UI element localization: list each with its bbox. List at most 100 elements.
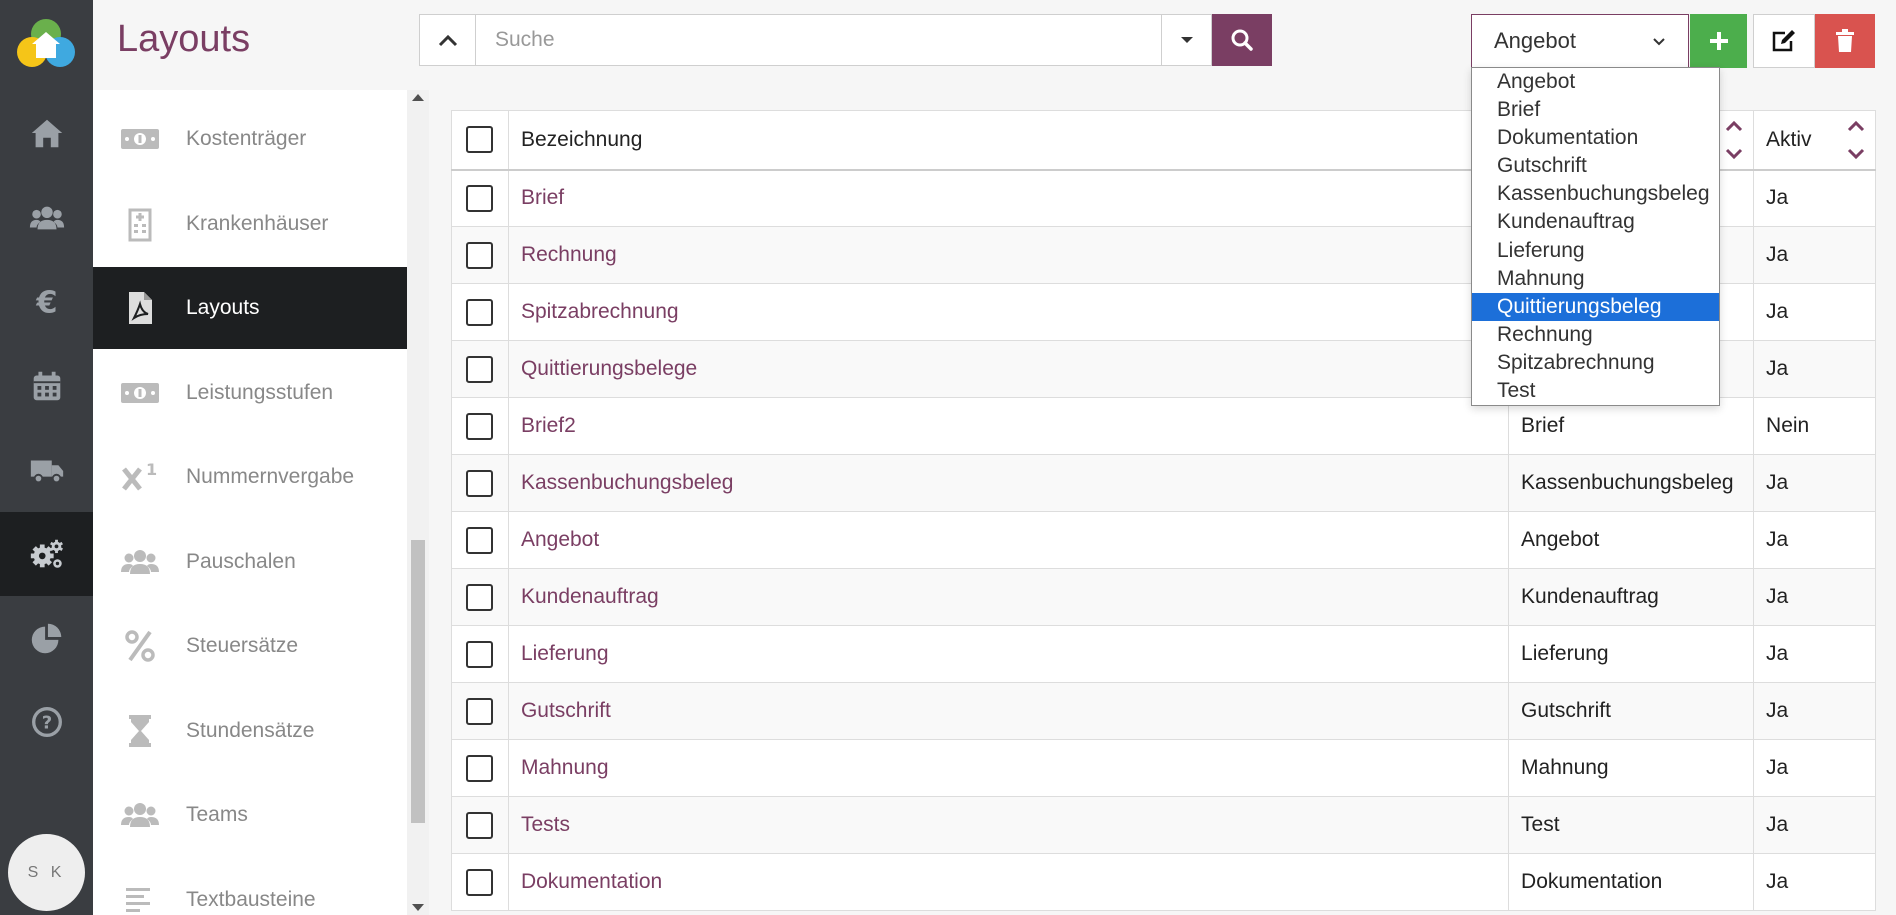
sidebar-item-stundensätze[interactable]: Stundensätze — [93, 690, 407, 772]
home-icon — [31, 119, 62, 148]
column-header-active[interactable]: Aktiv — [1753, 110, 1876, 171]
layout-name-link[interactable]: Mahnung — [521, 756, 609, 779]
sidebar-item-layouts[interactable]: Layouts — [93, 267, 407, 349]
row-checkbox[interactable] — [466, 241, 494, 269]
table-row[interactable]: Mahnung Mahnung Ja — [451, 739, 1876, 797]
select-all-checkbox[interactable] — [466, 126, 494, 154]
collapse-search-button[interactable] — [419, 14, 476, 66]
rail-finance[interactable]: € — [0, 260, 93, 344]
truck-icon — [30, 460, 63, 484]
dropdown-option[interactable]: Kassenbuchungsbeleg — [1472, 180, 1719, 208]
row-checkbox[interactable] — [466, 754, 494, 782]
table-row[interactable]: Angebot Angebot Ja — [451, 511, 1876, 569]
row-checkbox[interactable] — [466, 583, 494, 611]
svg-text:?: ? — [41, 713, 51, 734]
table-row[interactable]: Dokumentation Dokumentation Ja — [451, 853, 1876, 911]
dropdown-option[interactable]: Gutschrift — [1472, 152, 1719, 180]
row-checkbox[interactable] — [466, 526, 494, 554]
rail-settings[interactable] — [0, 512, 93, 596]
delete-layout-button[interactable] — [1815, 14, 1875, 68]
dropdown-option[interactable]: Test — [1472, 377, 1719, 405]
row-checkbox[interactable] — [466, 412, 494, 440]
sidebar-item-nummernvergabe[interactable]: 1 Nummernvergabe — [93, 436, 407, 518]
column-header-name[interactable]: Bezeichnung — [507, 110, 1510, 171]
row-checkbox[interactable] — [466, 868, 494, 896]
sidebar-scrollbar[interactable] — [407, 90, 429, 915]
scroll-down-arrow[interactable] — [412, 904, 424, 911]
sidebar-item-krankenhäuser[interactable]: Krankenhäuser — [93, 183, 407, 265]
sort-icon[interactable] — [1845, 117, 1867, 163]
row-checkbox[interactable] — [466, 640, 494, 668]
main-navigation-rail: € ? S K — [0, 0, 93, 915]
dropdown-option[interactable]: Dokumentation — [1472, 124, 1719, 152]
scroll-thumb[interactable] — [411, 540, 425, 823]
row-checkbox[interactable] — [466, 469, 494, 497]
layout-name-link[interactable]: Kundenauftrag — [521, 585, 659, 608]
layout-name-link[interactable]: Spitzabrechnung — [521, 300, 679, 323]
rail-calendar[interactable] — [0, 344, 93, 428]
dropdown-option[interactable]: Rechnung — [1472, 321, 1719, 349]
layout-name-link[interactable]: Angebot — [521, 528, 599, 551]
dropdown-option[interactable]: Quittierungsbeleg — [1472, 292, 1719, 321]
pie-chart-icon — [31, 623, 61, 654]
layout-type-cell: Mahnung — [1508, 739, 1755, 797]
sidebar-item-kostenträger[interactable]: Kostenträger — [93, 98, 407, 180]
layout-name-link[interactable]: Quittierungsbelege — [521, 357, 697, 380]
row-checkbox[interactable] — [466, 811, 494, 839]
app-logo-icon[interactable] — [14, 14, 78, 78]
user-avatar[interactable]: S K — [8, 834, 85, 911]
table-row[interactable]: Brief2 Brief Nein — [451, 397, 1876, 455]
layout-type-cell: Brief — [1508, 397, 1755, 455]
layout-type-options-list[interactable]: Angebot Brief Dokumentation Gutschrift Kasse… — [1471, 67, 1720, 406]
row-checkbox[interactable] — [466, 298, 494, 326]
layout-active-cell: Ja — [1753, 625, 1876, 683]
rail-users[interactable] — [0, 176, 93, 260]
rail-delivery[interactable] — [0, 428, 93, 512]
table-row[interactable]: Lieferung Lieferung Ja — [451, 625, 1876, 683]
layout-type-select[interactable]: Angebot — [1471, 14, 1689, 68]
search-options-dropdown[interactable] — [1161, 14, 1212, 66]
table-row[interactable]: Gutschrift Gutschrift Ja — [451, 682, 1876, 740]
row-checkbox[interactable] — [466, 184, 494, 212]
add-layout-button[interactable] — [1690, 14, 1747, 68]
dropdown-option[interactable]: Mahnung — [1472, 265, 1719, 293]
table-row[interactable]: Tests Test Ja — [451, 796, 1876, 854]
layout-active-cell: Ja — [1753, 511, 1876, 569]
sidebar-item-label: Krankenhäuser — [186, 211, 329, 235]
row-select-cell — [451, 169, 509, 227]
dropdown-option[interactable]: Brief — [1472, 96, 1719, 124]
sidebar-item-steuersätze[interactable]: Steuersätze — [93, 605, 407, 687]
dropdown-option[interactable]: Spitzabrechnung — [1472, 349, 1719, 377]
rail-help[interactable]: ? — [0, 680, 93, 764]
sidebar-item-teams[interactable]: Teams — [93, 774, 407, 856]
gears-icon — [30, 539, 63, 568]
row-checkbox[interactable] — [466, 355, 494, 383]
search-button[interactable] — [1212, 14, 1272, 66]
layout-name-cell: Tests — [507, 796, 1510, 854]
scroll-up-arrow[interactable] — [412, 94, 424, 101]
layout-name-link[interactable]: Lieferung — [521, 642, 609, 665]
layout-name-link[interactable]: Rechnung — [521, 243, 617, 266]
rail-reports[interactable] — [0, 596, 93, 680]
layout-name-link[interactable]: Brief2 — [521, 414, 576, 437]
layout-name-link[interactable]: Dokumentation — [521, 870, 662, 893]
edit-layout-button[interactable] — [1753, 14, 1815, 68]
layout-name-link[interactable]: Tests — [521, 813, 570, 836]
layout-name-link[interactable]: Kassenbuchungsbeleg — [521, 471, 734, 494]
layout-name-link[interactable]: Brief — [521, 186, 564, 209]
table-row[interactable]: Kassenbuchungsbeleg Kassenbuchungsbeleg Ja — [451, 454, 1876, 512]
rail-home[interactable] — [0, 92, 93, 176]
row-checkbox[interactable] — [466, 697, 494, 725]
layout-type-cell: Gutschrift — [1508, 682, 1755, 740]
dropdown-option[interactable]: Angebot — [1472, 68, 1719, 96]
sidebar-item-leistungsstufen[interactable]: Leistungsstufen — [93, 352, 407, 434]
sort-icon[interactable] — [1723, 117, 1745, 163]
layout-name-link[interactable]: Gutschrift — [521, 699, 611, 722]
sidebar-item-textbausteine[interactable]: Textbausteine — [93, 859, 407, 915]
search-input[interactable] — [475, 14, 1162, 66]
table-row[interactable]: Kundenauftrag Kundenauftrag Ja — [451, 568, 1876, 626]
row-select-cell — [451, 511, 509, 569]
dropdown-option[interactable]: Kundenauftrag — [1472, 208, 1719, 236]
sidebar-item-pauschalen[interactable]: Pauschalen — [93, 521, 407, 603]
dropdown-option[interactable]: Lieferung — [1472, 237, 1719, 265]
